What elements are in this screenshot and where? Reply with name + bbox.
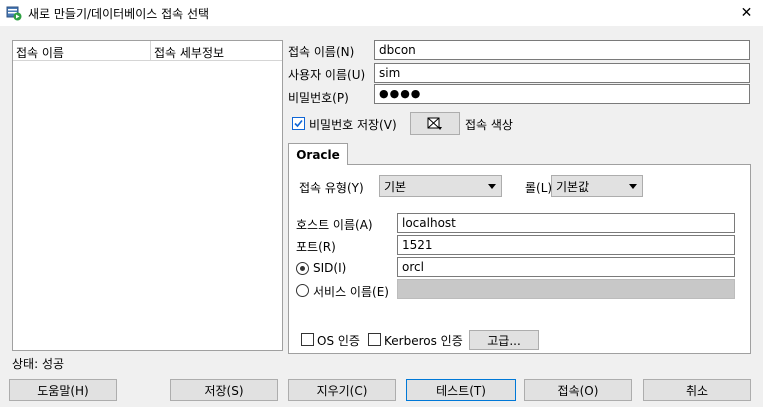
- close-icon: ✕: [740, 5, 753, 21]
- service-name-input[interactable]: [397, 279, 735, 299]
- sid-radio[interactable]: [296, 262, 309, 275]
- tab-oracle[interactable]: Oracle: [288, 143, 348, 165]
- host-input[interactable]: localhost: [397, 213, 735, 233]
- conn-name-label: 접속 이름(N): [288, 45, 355, 59]
- checkmark-icon: [294, 119, 303, 128]
- title-bar: 새로 만들기/데이터베이스 접속 선택 ✕: [0, 0, 763, 26]
- chevron-down-icon: [488, 184, 496, 189]
- advanced-button[interactable]: 고급...: [469, 330, 539, 350]
- color-picker-icon: [427, 117, 442, 130]
- conn-color-label: 접속 색상: [465, 118, 513, 132]
- kerberos-auth-label: Kerberos 인증: [384, 334, 463, 348]
- password-input[interactable]: ●●●●: [374, 84, 750, 104]
- kerberos-auth-checkbox[interactable]: [368, 333, 381, 346]
- save-password-label: 비밀번호 저장(V): [309, 118, 397, 132]
- clear-button[interactable]: 지우기(C): [288, 379, 396, 401]
- role-value: 기본값: [556, 179, 590, 194]
- user-name-input[interactable]: sim: [374, 63, 750, 83]
- conn-type-select[interactable]: 기본: [379, 175, 502, 197]
- conn-type-value: 기본: [384, 179, 407, 194]
- conn-color-button[interactable]: [410, 112, 460, 135]
- role-label: 롤(L): [525, 181, 553, 195]
- conn-name-input[interactable]: dbcon: [374, 40, 750, 60]
- port-label: 포트(R): [296, 240, 336, 254]
- user-name-label: 사용자 이름(U): [288, 68, 366, 82]
- cancel-button[interactable]: 취소: [643, 379, 751, 401]
- sid-input[interactable]: orcl: [397, 257, 735, 277]
- connect-button[interactable]: 접속(O): [524, 379, 632, 401]
- column-header-conn-name[interactable]: 접속 이름: [16, 44, 64, 61]
- database-app-icon: [6, 6, 22, 21]
- role-select[interactable]: 기본값: [551, 175, 643, 197]
- service-name-label: 서비스 이름(E): [313, 285, 389, 299]
- oracle-panel: 접속 유형(Y) 기본 롤(L) 기본값 호스트 이름(A) localhost…: [288, 164, 751, 354]
- service-name-radio[interactable]: [296, 284, 309, 297]
- connection-list-header: 접속 이름 접속 세부정보: [13, 41, 282, 61]
- host-label: 호스트 이름(A): [296, 218, 373, 232]
- test-button[interactable]: 테스트(T): [406, 379, 516, 401]
- os-auth-checkbox[interactable]: [301, 333, 314, 346]
- help-button[interactable]: 도움말(H): [9, 379, 117, 401]
- connection-list[interactable]: 접속 이름 접속 세부정보: [12, 40, 283, 351]
- save-button[interactable]: 저장(S): [170, 379, 278, 401]
- port-input[interactable]: 1521: [397, 235, 735, 255]
- column-header-conn-details[interactable]: 접속 세부정보: [154, 44, 224, 61]
- column-divider: [150, 41, 151, 61]
- status-text: 상태: 성공: [12, 357, 65, 371]
- window-title: 새로 만들기/데이터베이스 접속 선택: [28, 7, 210, 21]
- close-button[interactable]: ✕: [730, 0, 763, 26]
- save-password-checkbox[interactable]: [292, 117, 305, 130]
- conn-type-label: 접속 유형(Y): [299, 181, 364, 195]
- chevron-down-icon: [629, 184, 637, 189]
- password-label: 비밀번호(P): [288, 91, 349, 105]
- sid-label: SID(I): [313, 261, 347, 275]
- os-auth-label: OS 인증: [317, 334, 360, 348]
